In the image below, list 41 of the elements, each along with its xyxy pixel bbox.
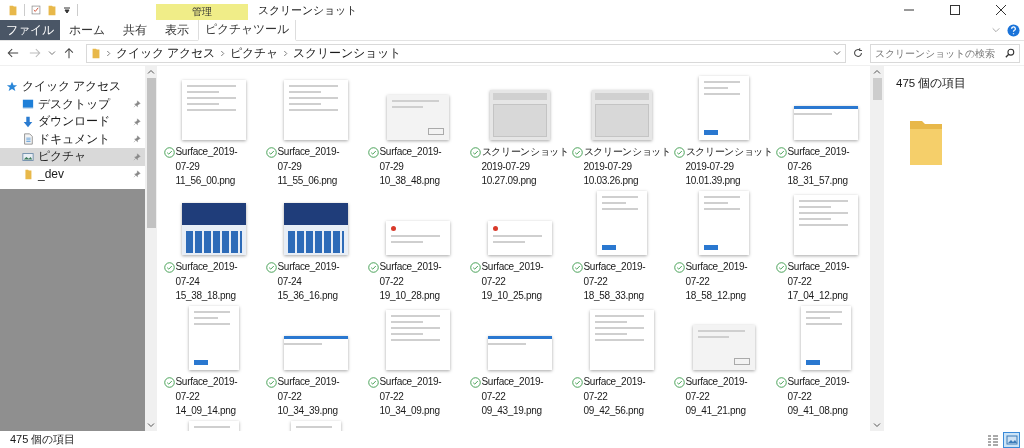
ribbon-tab[interactable]: 共有 — [114, 20, 156, 40]
context-tab-header: 管理 — [156, 4, 248, 20]
nav-item[interactable]: デスクトップ — [0, 95, 145, 113]
file-name[interactable]: Surface_2019- 07-29 11_56_00.png — [175, 145, 238, 189]
file-name[interactable]: Surface_2019- 07-29 10_38_48.png — [379, 145, 442, 189]
nav-item[interactable]: ダウンロード — [0, 113, 145, 131]
breadcrumb-item[interactable]: ピクチャ — [230, 44, 279, 62]
file-name[interactable]: Surface_2019- 07-24 15_38_18.png — [175, 260, 238, 304]
file-name[interactable]: Surface_2019- 07-22 09_41_21.png — [685, 375, 748, 419]
file-name[interactable]: Surface_2019- 07-29 11_55_06.png — [277, 145, 340, 189]
ribbon-tab[interactable]: ホーム — [60, 20, 114, 40]
search-field[interactable]: スクリーンショットの検索 — [870, 43, 1020, 63]
file-name[interactable]: Surface_2019- 07-26 18_31_57.png — [787, 145, 850, 189]
nav-item[interactable]: ピクチャ — [0, 148, 145, 166]
file-name[interactable]: スクリーンショット 2019-07-29 10.03.26.png — [583, 145, 671, 189]
address-bar[interactable]: クイック アクセス ピクチャ スクリーンショット — [86, 43, 846, 63]
file-name[interactable]: Surface_2019- 07-24 15_36_16.png — [277, 260, 340, 304]
ribbon-tab[interactable]: ファイル — [0, 20, 60, 40]
file-name[interactable]: Surface_2019- 07-22 19_10_28.png — [379, 260, 442, 304]
breadcrumb-item[interactable]: スクリーンショット — [293, 44, 402, 62]
file-name[interactable]: スクリーンショット 2019-07-29 10.27.09.png — [481, 145, 569, 189]
nav-item[interactable]: ドキュメント — [0, 130, 145, 148]
nav-item[interactable]: クイック アクセス — [0, 78, 145, 96]
breadcrumb-item[interactable]: クイック アクセス — [116, 44, 216, 62]
file-name[interactable]: Surface_2019- 07-22 17_04_12.png — [787, 260, 850, 304]
file-name[interactable]: Surface_2019- 07-22 18_58_12.png — [685, 260, 748, 304]
file-name[interactable]: スクリーンショット 2019-07-29 10.01.39.png — [685, 145, 773, 189]
ribbon-tab[interactable]: ピクチャツール — [198, 20, 296, 41]
file-name[interactable]: Surface_2019- 07-22 19_10_25.png — [481, 260, 544, 304]
window-title: スクリーンショット — [257, 2, 358, 18]
item-count: 475 個の項目 — [896, 76, 968, 91]
file-name[interactable]: Surface_2019- 07-22 09_42_56.png — [583, 375, 646, 419]
file-name[interactable]: Surface_2019- 07-22 10_34_39.png — [277, 375, 340, 419]
file-name[interactable]: Surface_2019- 07-22 10_34_09.png — [379, 375, 442, 419]
file-name[interactable]: Surface_2019- 07-22 09_43_19.png — [481, 375, 544, 419]
ribbon-tab[interactable]: 表示 — [156, 20, 198, 40]
nav-item[interactable]: _dev — [0, 165, 145, 183]
status-item-count: 475 個の項目 — [10, 432, 76, 447]
file-name[interactable]: Surface_2019- 07-22 18_58_33.png — [583, 260, 646, 304]
file-name[interactable]: Surface_2019- 07-22 14_09_14.png — [175, 375, 238, 419]
file-name[interactable]: Surface_2019- 07-22 09_41_08.png — [787, 375, 850, 419]
